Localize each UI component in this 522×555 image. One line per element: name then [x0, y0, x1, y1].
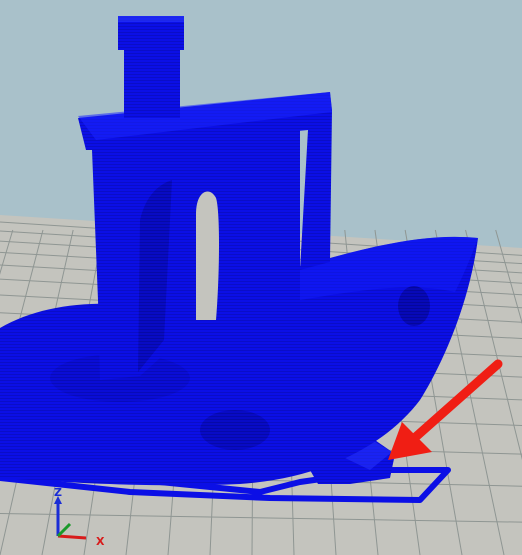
axis-x-label: X	[96, 535, 105, 548]
axis-z-label: Z	[54, 486, 62, 499]
porthole	[398, 286, 430, 326]
3d-viewport[interactable]: Z X	[0, 0, 522, 555]
chimney	[118, 16, 184, 118]
